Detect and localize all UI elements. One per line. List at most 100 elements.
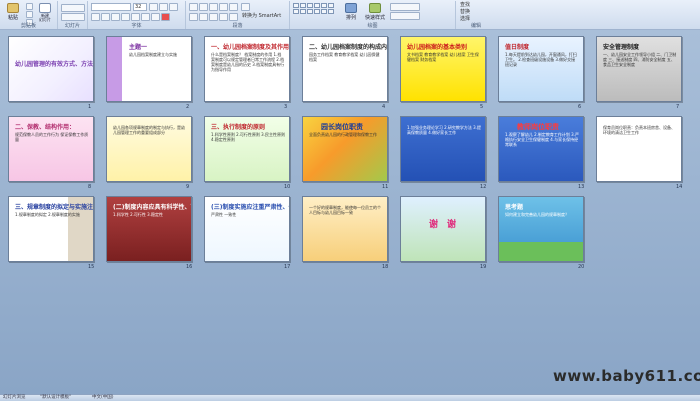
italic-button[interactable] xyxy=(101,13,110,21)
decrease-indent-button[interactable] xyxy=(209,3,218,11)
reset-button[interactable] xyxy=(61,13,85,21)
shape-flowchart[interactable] xyxy=(321,9,327,14)
shape-star[interactable] xyxy=(293,9,299,14)
slide-thumbnail[interactable]: 幼儿园档案的基本类别 文书档案 教育教学档案 幼儿档案 卫生保健档案 财务档案 xyxy=(400,36,486,102)
font-name-combo[interactable] xyxy=(91,3,131,11)
underline-button[interactable] xyxy=(111,13,120,21)
ribbon: 粘贴 新建 幻灯片 剪贴板 幻灯片 32 字体 转换为 SmartArt 段落 … xyxy=(0,0,700,30)
align-center-button[interactable] xyxy=(199,13,208,21)
group-label-editing: 编辑 xyxy=(470,23,481,29)
slide-thumbnail[interactable]: 二、保教、结构作用： 规范保教人员的工作行为 保证保教工作质量 xyxy=(8,116,94,182)
layout-button[interactable] xyxy=(61,4,85,12)
slide-thumbnail[interactable]: 二、幼儿园档案制度的构成内容 园务工作档案 教育教学档案 幼儿园保健档案 xyxy=(302,36,388,102)
shape-arrow[interactable] xyxy=(314,3,320,8)
status-view: 幻灯片浏览 xyxy=(3,395,26,400)
shape-line[interactable] xyxy=(307,3,313,8)
shape-rectangle[interactable] xyxy=(293,3,299,8)
slide-thumbnail[interactable]: 幼儿园各项规章制度的制定与执行，是幼儿园管理工作的重要组成部分 xyxy=(106,116,192,182)
status-theme: "默认设计模板" xyxy=(40,395,72,400)
slide-body-text: 文书档案 教育教学档案 幼儿档案 卫生保健档案 财务档案 xyxy=(407,52,479,62)
strikethrough-button[interactable] xyxy=(121,13,130,21)
arrange-label: 排列 xyxy=(345,15,356,21)
paste-label: 粘贴 xyxy=(7,15,18,21)
arrange-button[interactable]: 排列 xyxy=(340,2,362,22)
increase-indent-button[interactable] xyxy=(219,3,228,11)
new-slide-label: 新建 幻灯片 xyxy=(39,13,51,22)
slide-sorter[interactable]: 幼儿园管理的有效方式、方法 1 主题一 幼儿园档案制度建立与实施 2 一、幼儿园档案制度及… xyxy=(0,30,700,394)
quick-styles-button[interactable]: 快速样式 xyxy=(364,2,386,22)
slide-title: 二、保教、结构作用： xyxy=(15,124,76,131)
slide-title: 幼儿园档案的基本类别 xyxy=(407,44,468,51)
shape-triangle[interactable] xyxy=(328,3,334,8)
slide-thumbnail[interactable]: 三、规章制度的拟定与实施注意事项1.规章制度的拟定 2.规章制度的实施 xyxy=(8,196,94,262)
paste-button[interactable]: 粘贴 xyxy=(2,2,24,22)
slide-title: 思考题 xyxy=(505,204,524,211)
slides-group: 幻灯片 xyxy=(58,1,88,29)
shape-oval[interactable] xyxy=(300,3,306,8)
new-slide-icon xyxy=(39,3,51,13)
shape-brace[interactable] xyxy=(314,9,320,14)
line-spacing-button[interactable] xyxy=(229,3,238,11)
slide-body-text: 规范保教人员的工作行为 保证保教工作质量 xyxy=(15,132,89,142)
slide-thumbnail[interactable]: 安全管理制度 一、幼儿园安全工作领导小组 二、门卫制度 三、接送制度 四、消防安全… xyxy=(596,36,682,102)
shape-textbox[interactable] xyxy=(321,3,327,8)
slide-thumbnail[interactable]: 一、幼儿园档案制度及其作用 什么是档案制度？ 档案制度的作用 1.档案制度可以规定… xyxy=(204,36,290,102)
slide-thumbnail[interactable]: 保育员岗位职责：负责本班房舍、设备、环境的清洁卫生工作 xyxy=(596,116,682,182)
shrink-font-button[interactable] xyxy=(159,3,168,11)
slide-title: 教师岗位职责 xyxy=(517,123,559,131)
justify-button[interactable] xyxy=(219,13,228,21)
slide-thumbnail[interactable]: 1.加强业务理论学习 2.研究教学方法 3.提高保教质量 4.做好家长工作 xyxy=(400,116,486,182)
slide-body-text: 1.加强业务理论学习 2.研究教学方法 3.提高保教质量 4.做好家长工作 xyxy=(407,125,481,135)
slide-number: 16 xyxy=(186,264,193,270)
slide-body-text: 严肃性 一致性 xyxy=(211,212,237,217)
font-size-combo[interactable]: 32 xyxy=(133,3,147,11)
slide-thumbnail[interactable]: 园长岗位职责 全面负责幼儿园的行政管理和保教工作 xyxy=(302,116,388,182)
slide-title: 一、幼儿园档案制度及其作用 xyxy=(211,44,290,51)
slide-thumbnail[interactable]: 值日制度 1.每天提前到达幼儿园，开窗通风，打扫卫生。 2.检查班级设施设备 3.… xyxy=(498,36,584,102)
slide-number: 11 xyxy=(382,184,389,190)
slide-thumbnail[interactable]: (二)制度内容应具有科学性、可行性1.科学性 2.可行性 3.稳定性 xyxy=(106,196,192,262)
font-color-button[interactable] xyxy=(161,13,170,21)
slide-thumbnail[interactable]: 幼儿园管理的有效方式、方法 xyxy=(8,36,94,102)
shape-more[interactable] xyxy=(328,9,334,14)
align-left-button[interactable] xyxy=(189,13,198,21)
paste-icon xyxy=(7,3,19,13)
slide-title: 园长岗位职责 xyxy=(321,123,363,131)
slide-thumbnail[interactable]: 思考题 如何建立和完善幼儿园的规章制度？ xyxy=(498,196,584,262)
bold-button[interactable] xyxy=(91,13,100,21)
shape-outline-button[interactable] xyxy=(390,12,420,20)
align-right-button[interactable] xyxy=(209,13,218,21)
columns-button[interactable] xyxy=(229,13,238,21)
slide-number: 12 xyxy=(480,184,487,190)
shape-block-arrow[interactable] xyxy=(307,9,313,14)
shape-callout[interactable] xyxy=(300,9,306,14)
slide-body-text: 幼儿园档案制度建立与实施 xyxy=(129,52,177,57)
numbering-button[interactable] xyxy=(199,3,208,11)
slide-thumbnail[interactable]: 教师岗位职责 1.观察了解幼儿 2.制定教育工作计划 3.严格执行安全卫生保健制度… xyxy=(498,116,584,182)
slide-thumbnail[interactable]: 谢 谢 xyxy=(400,196,486,262)
editing-group: 查找 替换 选择 编辑 xyxy=(456,1,496,29)
slide-thumbnail[interactable]: 主题一 幼儿园档案制度建立与实施 xyxy=(106,36,192,102)
shape-fill-button[interactable] xyxy=(390,3,420,11)
clear-format-button[interactable] xyxy=(169,3,178,11)
slide-body-text: 一、幼儿园安全工作领导小组 二、门卫制度 三、接送制度 四、消防安全制度 五、食… xyxy=(603,52,677,67)
char-spacing-button[interactable] xyxy=(141,13,150,21)
slide-thumbnail[interactable]: 三、执行制度的原则 1.科学性原则 2.可行性原则 3.民主性原则 4.稳定性原则 xyxy=(204,116,290,182)
change-case-button[interactable] xyxy=(151,13,160,21)
new-slide-button[interactable]: 新建 幻灯片 xyxy=(34,2,56,22)
slide-title: 三、规章制度的拟定与实施注意事项 xyxy=(15,204,94,211)
group-label-paragraph: 段落 xyxy=(232,23,243,29)
slide-number: 8 xyxy=(88,184,92,190)
cut-button[interactable] xyxy=(26,3,33,10)
slide-thumbnail[interactable]: (三)制度实施应注重严肃性、一致性严肃性 一致性 xyxy=(204,196,290,262)
text-direction-button[interactable] xyxy=(241,3,250,11)
shapes-gallery[interactable] xyxy=(293,3,334,14)
slide-number: 2 xyxy=(186,104,190,110)
copy-button[interactable] xyxy=(26,11,33,18)
bullets-button[interactable] xyxy=(189,3,198,11)
convert-smartart-button[interactable]: 转换为 SmartArt xyxy=(241,13,287,21)
slide-thumbnail[interactable]: 一个好的规章制度，能使每一位员工的个人目标与幼儿园目标一致 xyxy=(302,196,388,262)
grow-font-button[interactable] xyxy=(149,3,158,11)
shadow-button[interactable] xyxy=(131,13,140,21)
slide-number: 1 xyxy=(88,104,92,110)
